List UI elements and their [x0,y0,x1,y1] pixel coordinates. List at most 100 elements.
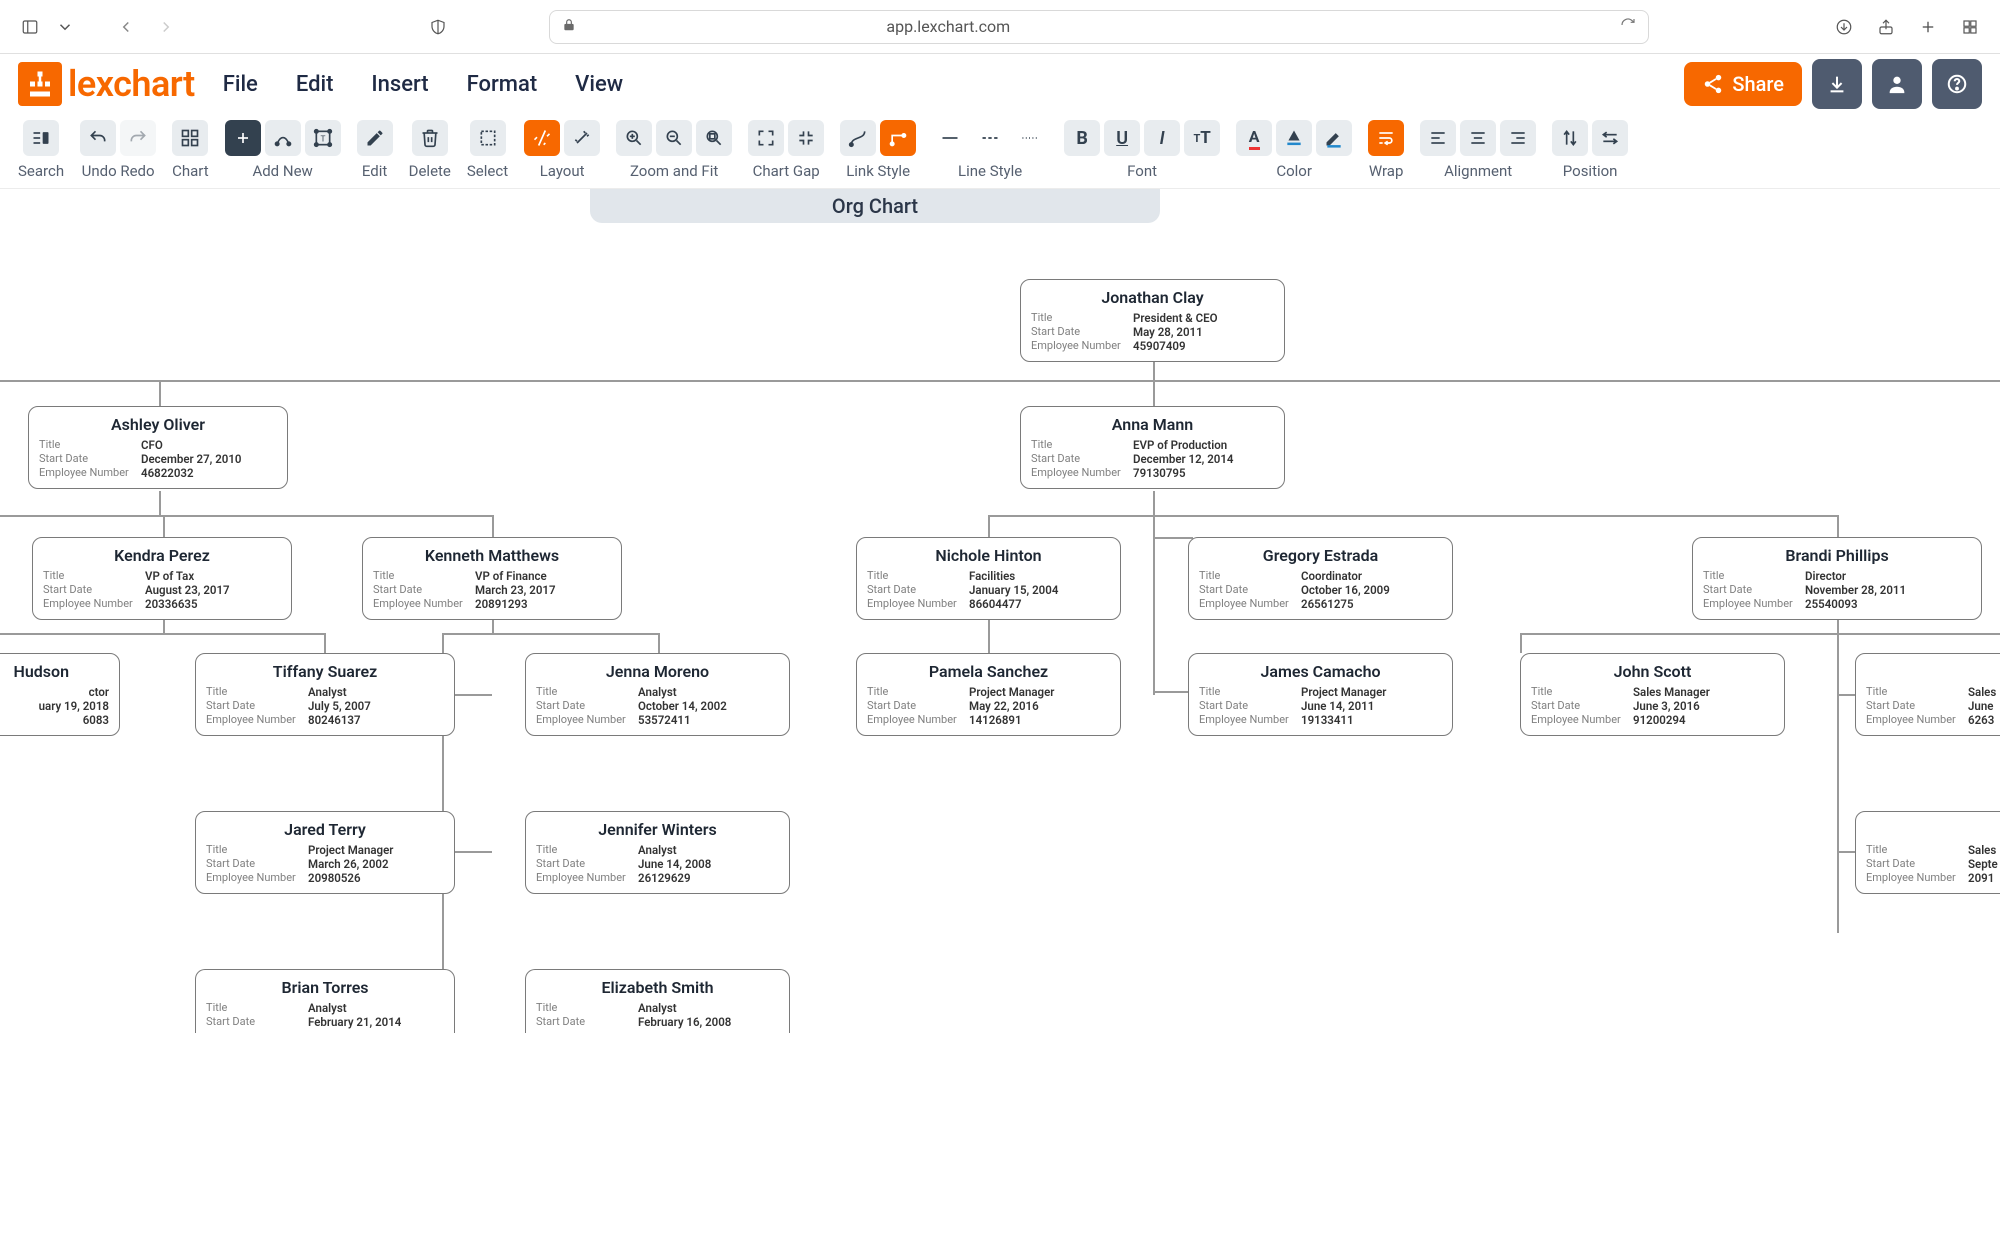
line-dotted-icon[interactable] [1012,120,1048,156]
new-tab-icon[interactable] [1914,13,1942,41]
delete-icon[interactable] [412,120,448,156]
gap-collapse-icon[interactable] [788,120,824,156]
help-button[interactable] [1932,59,1982,109]
address-url: app.lexchart.com [886,17,1010,36]
underline-icon[interactable]: U [1104,120,1140,156]
org-node[interactable]: Kendra Perez TitleVP of Tax Start DateAu… [32,537,292,620]
forward-button[interactable] [152,13,180,41]
position-v-icon[interactable] [1552,120,1588,156]
org-node[interactable]: Brandi Phillips TitleDirector Start Date… [1692,537,1982,620]
zoom-out-icon[interactable] [656,120,692,156]
select-icon[interactable] [470,120,506,156]
add-node-icon[interactable] [225,120,261,156]
menu-bar: File Edit Insert Format View [223,72,623,97]
line-dashed-icon[interactable] [972,120,1008,156]
add-link-icon[interactable] [265,120,301,156]
edit-icon[interactable] [357,120,393,156]
toolbar-label-font: Font [1127,162,1157,180]
back-button[interactable] [112,13,140,41]
menu-insert[interactable]: Insert [371,72,428,97]
toolbar-label-edit: Edit [362,162,387,180]
node-name: Jonathan Clay [1031,288,1274,307]
menu-view[interactable]: View [575,72,623,97]
toolbar-label-position: Position [1563,162,1618,180]
search-icon[interactable] [23,120,59,156]
lock-icon [562,17,576,36]
text-color-icon[interactable]: A [1236,120,1272,156]
org-node[interactable]: Nichole Hinton TitleFacilities Start Dat… [856,537,1121,620]
menu-file[interactable]: File [223,72,258,97]
align-center-icon[interactable] [1460,120,1496,156]
download-button[interactable] [1812,59,1862,109]
org-node[interactable]: Ashley Oliver TitleCFO Start DateDecembe… [28,406,288,489]
link-curved-icon[interactable] [840,120,876,156]
toolbar-label-addnew: Add New [252,162,312,180]
menu-format[interactable]: Format [467,72,538,97]
org-node[interactable]: Brian Torres TitleAnalyst Start DateFebr… [195,969,455,1033]
chart-icon[interactable] [172,120,208,156]
org-node[interactable]: Elizabeth Smith TitleAnalyst Start DateF… [525,969,790,1033]
fontsize-icon[interactable]: TT [1184,120,1220,156]
account-button[interactable] [1872,59,1922,109]
logo[interactable]: lexchart [18,62,195,106]
browser-chrome: app.lexchart.com [0,0,2000,54]
org-node[interactable]: Tiffany Suarez TitleAnalyst Start DateJu… [195,653,455,736]
toolbar-label-search: Search [18,162,64,180]
org-node[interactable]: Jennifer Winters TitleAnalyst Start Date… [525,811,790,894]
tab-dropdown-icon[interactable] [56,13,74,41]
toolbar-label-linestyle: Line Style [958,162,1022,180]
toolbar-label-linkstyle: Link Style [846,162,910,180]
fill-color-icon[interactable] [1276,120,1312,156]
align-left-icon[interactable] [1420,120,1456,156]
align-right-icon[interactable] [1500,120,1536,156]
toolbar-label-chartgap: Chart Gap [753,162,820,180]
org-node[interactable]: John Scott TitleSales Manager Start Date… [1520,653,1785,736]
share-icon[interactable] [1872,13,1900,41]
org-node[interactable]: Kenneth Matthews TitleVP of Finance Star… [362,537,622,620]
line-solid-icon[interactable] [932,120,968,156]
menu-edit[interactable]: Edit [296,72,334,97]
org-node[interactable]: Jenna Moreno TitleAnalyst Start DateOcto… [525,653,790,736]
logo-text: lexchart [68,63,195,105]
toolbar-label-undoredo: Undo Redo [82,162,155,180]
bold-icon[interactable]: B [1064,120,1100,156]
toolbar: Search Undo Redo Chart T Add New Edit De… [0,114,2000,189]
position-h-icon[interactable] [1592,120,1628,156]
layout-wand-icon[interactable] [564,120,600,156]
downloads-icon[interactable] [1830,13,1858,41]
org-node[interactable]: Pamela Sanchez TitleProject Manager Star… [856,653,1121,736]
org-node[interactable]: Jared Terry TitleProject Manager Start D… [195,811,455,894]
org-node[interactable]: Jonathan Clay TitlePresident & CEO Start… [1020,279,1285,362]
canvas[interactable]: Org Chart Jonathan Clay TitlePresident &… [0,189,2000,1255]
toolbar-label-color: Color [1276,162,1312,180]
org-node[interactable]: Gregory Estrada TitleCoordinator Start D… [1188,537,1453,620]
org-node[interactable]: Hudson ctor uary 19, 2018 6083 [0,653,120,736]
add-text-icon[interactable]: T [305,120,341,156]
org-node[interactable]: Anna Mann TitleEVP of Production Start D… [1020,406,1285,489]
undo-icon[interactable] [80,120,116,156]
italic-icon[interactable]: I [1144,120,1180,156]
share-button[interactable]: Share [1684,62,1802,106]
gap-expand-icon[interactable] [748,120,784,156]
border-color-icon[interactable] [1316,120,1352,156]
org-node[interactable]: Anna O TitleSales Start DateJune Employe… [1855,653,2000,736]
toolbar-label-delete: Delete [409,162,451,180]
reload-icon[interactable] [1620,17,1636,37]
toolbar-label-chart: Chart [172,162,209,180]
address-bar[interactable]: app.lexchart.com [549,10,1649,44]
tab-overview-icon[interactable] [1956,13,1984,41]
redo-icon[interactable] [120,120,156,156]
shield-icon[interactable] [424,13,452,41]
sidebar-toggle-icon[interactable] [16,13,44,41]
org-node[interactable]: Michael J TitleSales Start DateSepte Emp… [1855,811,2000,894]
chart-title: Org Chart [590,189,1160,223]
zoom-fit-icon[interactable] [696,120,732,156]
toolbar-label-alignment: Alignment [1444,162,1512,180]
org-node[interactable]: James Camacho TitleProject Manager Start… [1188,653,1453,736]
link-orthogonal-icon[interactable] [880,120,916,156]
app-header: lexchart File Edit Insert Format View Sh… [0,54,2000,114]
svg-text:T: T [320,134,325,144]
auto-layout-icon[interactable] [524,120,560,156]
wrap-icon[interactable] [1368,120,1404,156]
zoom-in-icon[interactable] [616,120,652,156]
